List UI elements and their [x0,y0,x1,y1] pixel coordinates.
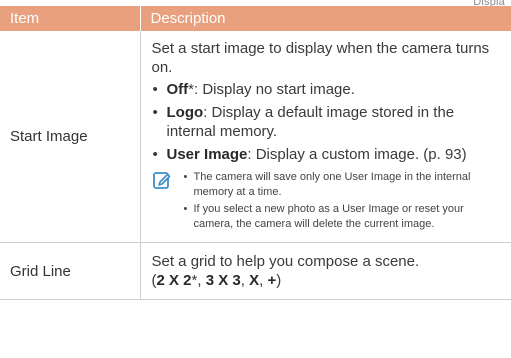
grid-option: + [267,272,277,289]
table-header-row: Item Description [0,6,511,31]
note-text: The camera will save only one User Image… [193,171,471,198]
separator: , [240,272,250,289]
description-start-image: Set a start image to display when the ca… [140,31,511,243]
header-item: Item [0,6,140,31]
start-image-options: • Off*: Display no start image. • Logo: Di… [152,80,498,164]
table-row-start-image: Start Image Set a start image to display… [0,31,511,243]
description-grid-line: Set a grid to help you compose a scene. … [140,242,511,300]
bullet-icon: • [152,146,158,163]
note-block: • The camera will save only one User Imag… [152,170,498,234]
bullet-icon: • [152,104,158,121]
option-text: : Display a custom image. (p. 93) [247,146,467,163]
bullet-icon: • [183,171,188,183]
table-row-grid-line: Grid Line Set a grid to help you compose… [0,242,511,300]
separator: , [197,272,206,289]
paren: ) [276,272,282,289]
note-list: • The camera will save only one User Imag… [184,170,498,234]
bullet-icon: • [183,203,188,215]
option-term: Logo [166,104,204,121]
grid-option: X [249,272,260,289]
grid-option: 2 X 2 [156,272,192,289]
note-item: • If you select a new photo as a User Ima… [184,202,498,232]
item-grid-line: Grid Line [0,242,141,300]
bullet-icon: • [152,81,158,98]
note-item: • The camera will save only one User Imag… [184,170,498,200]
option-term: Off [166,81,189,98]
grid-line-text: Set a grid to help you compose a scene. [151,253,420,270]
start-image-intro: Set a start image to display when the ca… [151,40,490,76]
option-off: • Off*: Display no start image. [152,80,498,99]
option-term: User Image [166,146,248,163]
note-pencil-icon [152,170,174,234]
note-text: If you select a new photo as a User Imag… [193,203,464,230]
grid-line-options: (2 X 2*, 3 X 3, X, +) [152,271,498,290]
option-logo: • Logo: Display a default image stored in… [152,103,498,141]
option-text: : Display no start image. [194,81,355,98]
item-start-image: Start Image [0,31,141,243]
option-text: : Display a default image stored in the … [166,104,455,140]
settings-table: Item Description Start Image Set a start… [0,6,511,300]
option-user-image: • User Image: Display a custom image. (p.… [152,145,498,164]
grid-option: 3 X 3 [205,272,241,289]
header-description: Description [139,6,511,31]
